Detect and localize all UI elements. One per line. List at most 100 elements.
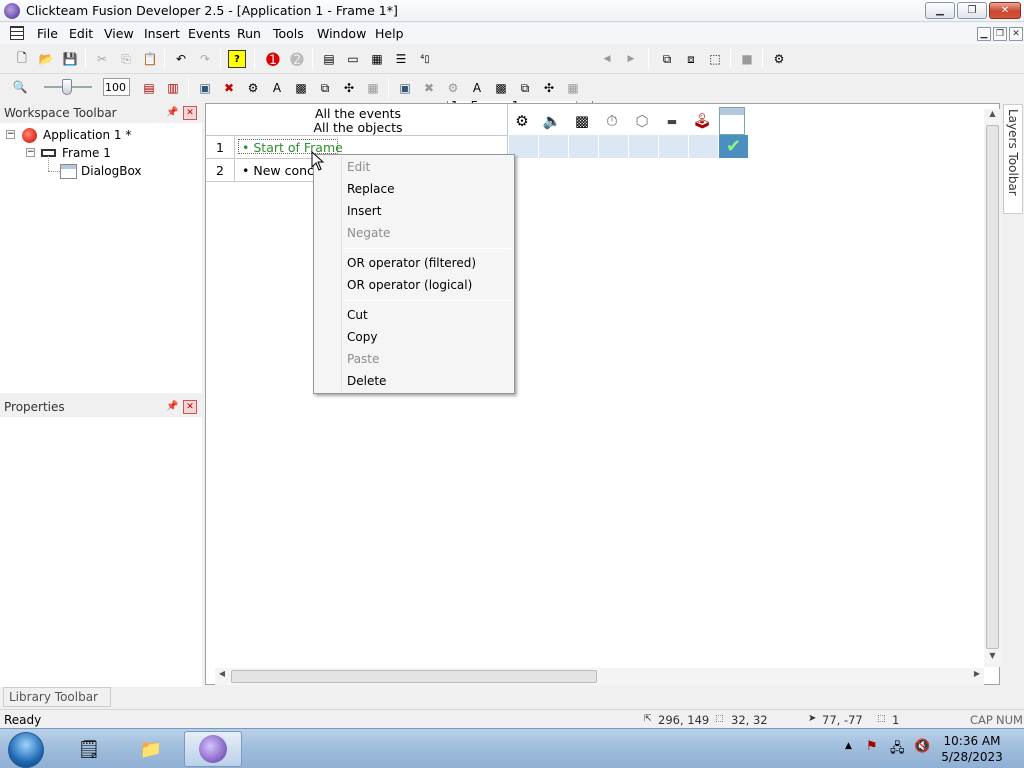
run-application-icon[interactable]: ⧈ bbox=[682, 50, 700, 68]
clock[interactable]: 10:36 AM 5/28/2023 bbox=[937, 733, 1007, 765]
taskbar-notepad-icon[interactable]: 🗒 bbox=[60, 731, 118, 767]
horizontal-scroll-thumb[interactable] bbox=[231, 670, 597, 683]
timer-object-icon[interactable]: ⏱ bbox=[599, 107, 625, 135]
all-objects-header[interactable]: All the objects bbox=[208, 120, 508, 135]
zoom-value-field[interactable]: 100 bbox=[103, 78, 130, 96]
open-folder-icon[interactable]: 📂 bbox=[37, 50, 55, 68]
vertical-scroll-thumb[interactable] bbox=[986, 125, 999, 649]
previous-frame-icon[interactable]: ◀ bbox=[598, 50, 616, 68]
pin-icon[interactable]: 📌 bbox=[166, 401, 178, 413]
special-object-icon[interactable]: ⚙ bbox=[509, 107, 535, 135]
new-file-icon[interactable]: 🗋 bbox=[13, 50, 31, 68]
zoom-slider-thumb[interactable] bbox=[62, 79, 72, 95]
filter-text-icon[interactable]: A bbox=[468, 79, 486, 97]
vertical-scrollbar[interactable]: ▲ ▼ bbox=[984, 109, 1001, 667]
event-editor-icon[interactable]: ▦ bbox=[368, 50, 386, 68]
action-cell[interactable] bbox=[569, 135, 599, 158]
event-list-editor-icon[interactable]: ☰ bbox=[392, 50, 410, 68]
context-menu-or-logical[interactable]: OR operator (logical) bbox=[347, 278, 472, 292]
system-objects-icon[interactable]: ⚙ bbox=[244, 79, 262, 97]
context-menu-edit[interactable]: Edit bbox=[347, 160, 370, 174]
undo-icon[interactable]: ↶ bbox=[172, 50, 190, 68]
filter-all-icon[interactable]: ▣ bbox=[396, 79, 414, 97]
help-icon[interactable]: ? bbox=[228, 50, 246, 68]
data-elements-icon[interactable]: ⁴▯ bbox=[416, 50, 434, 68]
filter-active-icon[interactable]: ▩ bbox=[492, 79, 510, 97]
context-menu-paste[interactable]: Paste bbox=[347, 352, 379, 366]
context-menu-negate[interactable]: Negate bbox=[347, 226, 390, 240]
app-icon[interactable] bbox=[4, 3, 20, 19]
taskbar-explorer-icon[interactable]: 📁 bbox=[122, 731, 180, 767]
close-button[interactable]: ✕ bbox=[989, 2, 1021, 19]
context-menu-replace[interactable]: Replace bbox=[347, 182, 394, 196]
filter-grid-icon[interactable]: ▦ bbox=[564, 79, 582, 97]
save-icon[interactable]: 💾 bbox=[61, 50, 79, 68]
run-project-icon[interactable]: ⬚ bbox=[706, 50, 724, 68]
cut-icon[interactable]: ✂ bbox=[93, 50, 111, 68]
document-menu-icon[interactable] bbox=[10, 26, 24, 40]
mdi-minimize-button[interactable]: ▁ bbox=[977, 27, 991, 41]
tree-collapse-icon[interactable]: − bbox=[6, 130, 15, 139]
insert-comment-icon[interactable]: ▤ bbox=[140, 79, 158, 97]
text-objects-icon[interactable]: A bbox=[268, 79, 286, 97]
build-icon[interactable]: ⚙ bbox=[770, 50, 788, 68]
filter-hide-icon[interactable]: ✖ bbox=[420, 79, 438, 97]
new-condition[interactable]: • New conc bbox=[242, 163, 314, 178]
taskbar-clickteam-icon[interactable] bbox=[184, 731, 242, 767]
dialogbox-object-icon[interactable] bbox=[719, 107, 745, 135]
close-icon[interactable]: ✕ bbox=[183, 106, 197, 120]
checkmark-icon[interactable]: ✔ bbox=[719, 135, 749, 158]
menu-view[interactable]: View bbox=[100, 26, 138, 41]
filter-extension-icon[interactable]: ✣ bbox=[540, 79, 558, 97]
mdi-restore-button[interactable]: ❐ bbox=[993, 27, 1007, 41]
stop-icon[interactable]: ■ bbox=[738, 50, 756, 68]
context-menu-insert[interactable]: Insert bbox=[347, 204, 381, 218]
context-menu-cut[interactable]: Cut bbox=[347, 308, 368, 322]
menu-edit[interactable]: Edit bbox=[65, 26, 97, 41]
context-menu-or-filtered[interactable]: OR operator (filtered) bbox=[347, 256, 476, 270]
backdrop-objects-icon[interactable]: ⧉ bbox=[316, 79, 334, 97]
event-condition-1[interactable]: • Start of Frame bbox=[242, 140, 343, 155]
redo-icon[interactable]: ↷ bbox=[196, 50, 214, 68]
action-center-icon[interactable]: ⚑ bbox=[866, 739, 878, 754]
scroll-down-icon[interactable]: ▼ bbox=[984, 651, 1001, 665]
insert-group-icon[interactable]: ▥ bbox=[164, 79, 182, 97]
scroll-left-icon[interactable]: ◀ bbox=[215, 669, 229, 684]
show-hidden-icons-icon[interactable]: ▲ bbox=[845, 741, 852, 751]
library-toolbar-tab[interactable]: Library Toolbar bbox=[3, 687, 111, 707]
layers-toolbar-tab[interactable]: Layers Toolbar bbox=[1003, 104, 1023, 214]
forward-arrow-icon[interactable]: ➋ bbox=[288, 50, 306, 69]
create-object-icon[interactable]: ⬡ bbox=[629, 107, 655, 135]
filter-backdrop-icon[interactable]: ⧉ bbox=[516, 79, 534, 97]
menu-run[interactable]: Run bbox=[233, 26, 265, 41]
horizontal-scrollbar[interactable]: ◀ ▶ bbox=[215, 668, 984, 685]
copy-icon[interactable]: ⎘ bbox=[117, 50, 135, 68]
menu-events[interactable]: Events bbox=[184, 26, 234, 41]
menu-help[interactable]: Help bbox=[371, 26, 408, 41]
show-all-objects-icon[interactable]: ▣ bbox=[196, 79, 214, 97]
extension-objects-icon[interactable]: ✣ bbox=[340, 79, 358, 97]
action-cell[interactable] bbox=[539, 135, 569, 158]
network-icon[interactable]: 🖧 bbox=[890, 739, 905, 761]
scroll-up-icon[interactable]: ▲ bbox=[984, 109, 1001, 123]
maximize-button[interactable]: ❐ bbox=[957, 2, 987, 19]
menu-file[interactable]: File bbox=[33, 26, 62, 41]
zoom-magnifier-icon[interactable]: 🔍 bbox=[11, 78, 29, 96]
sound-object-icon[interactable]: 🔈 bbox=[539, 107, 565, 135]
action-cell[interactable] bbox=[629, 135, 659, 158]
close-icon[interactable]: ✕ bbox=[183, 400, 197, 414]
tree-item-dialogbox[interactable]: DialogBox bbox=[81, 164, 142, 178]
pin-icon[interactable]: 📌 bbox=[166, 107, 178, 119]
run-frame-icon[interactable]: ⧉ bbox=[658, 50, 676, 68]
player-joystick-icon[interactable]: 🕹 bbox=[689, 107, 715, 135]
mdi-close-button[interactable]: ✕ bbox=[1009, 27, 1023, 41]
tree-item-application[interactable]: Application 1 * bbox=[43, 128, 131, 142]
tree-collapse-icon[interactable]: − bbox=[26, 148, 35, 157]
frame-editor-icon[interactable]: ▭ bbox=[344, 50, 362, 68]
active-objects-icon[interactable]: ▩ bbox=[292, 79, 310, 97]
paste-icon[interactable]: 📋 bbox=[141, 50, 159, 68]
scroll-right-icon[interactable]: ▶ bbox=[970, 669, 984, 684]
context-menu-copy[interactable]: Copy bbox=[347, 330, 377, 344]
context-menu-delete[interactable]: Delete bbox=[347, 374, 386, 388]
storyboard-editor-icon[interactable]: ▤ bbox=[320, 50, 338, 68]
